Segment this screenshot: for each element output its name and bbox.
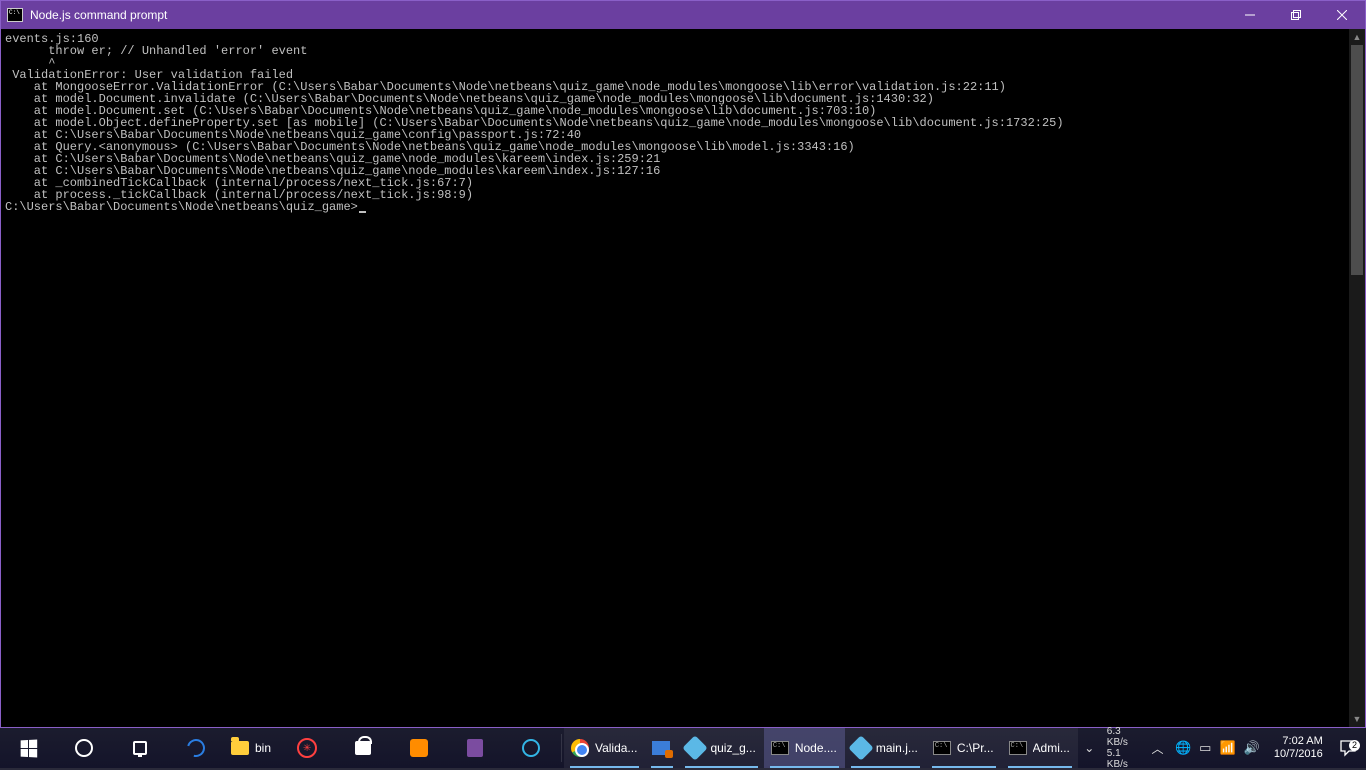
console-line: throw er; // Unhandled 'error' event xyxy=(5,45,1361,57)
scroll-down-icon[interactable]: ▼ xyxy=(1349,711,1365,727)
taskbar-app-cmd2[interactable]: C:\Pr... xyxy=(926,728,1002,768)
taskbar-start[interactable] xyxy=(0,728,56,768)
chrome-icon xyxy=(570,738,590,758)
system-tray: ⌄ 6.3 KB/s 5.1 KB/s ︿ 🌐 ▭ 📶 🔊 7:02 AM 10… xyxy=(1078,728,1366,768)
store-icon xyxy=(353,738,373,758)
console-body[interactable]: events.js:160 throw er; // Unhandled 'er… xyxy=(1,29,1365,727)
tray-icon-battery[interactable]: ▭ xyxy=(1199,740,1211,756)
taskbar-app-netbeans2[interactable]: main.j... xyxy=(845,728,926,768)
app-unknown-icon: ✳ xyxy=(297,738,317,758)
start-icon xyxy=(18,738,38,758)
cmd-icon xyxy=(7,8,23,22)
taskbar-app-unknown[interactable]: ✳ xyxy=(279,728,335,768)
titlebar[interactable]: Node.js command prompt xyxy=(1,1,1365,29)
taskbar-app-admin[interactable]: Admi... xyxy=(1002,728,1078,768)
taskbar-movies[interactable] xyxy=(391,728,447,768)
taskbar-edge[interactable] xyxy=(168,728,224,768)
action-center-button[interactable]: 2 xyxy=(1331,739,1366,757)
scroll-up-icon[interactable]: ▲ xyxy=(1349,29,1365,45)
taskbar: bin ✳ Valida... quiz_g... Node.... main.j...… xyxy=(0,728,1366,768)
cortana-icon xyxy=(74,738,94,758)
net-down: 5.1 KB/s xyxy=(1107,748,1140,770)
taskbar-label: Admi... xyxy=(1033,741,1070,755)
explorer-icon xyxy=(230,738,250,758)
clock-date: 10/7/2016 xyxy=(1274,748,1323,761)
taskbar-cortana2[interactable] xyxy=(503,728,559,768)
taskbar-explorer[interactable]: bin xyxy=(224,728,279,768)
taskbar-onenote[interactable] xyxy=(447,728,503,768)
netbeans-icon xyxy=(685,738,705,758)
taskbar-app-snip[interactable] xyxy=(645,728,679,768)
nodecmd-icon xyxy=(770,738,790,758)
tray-icon-volume[interactable]: 🔊 xyxy=(1244,740,1260,756)
scrollbar[interactable]: ▲ ▼ xyxy=(1349,29,1365,727)
close-button[interactable] xyxy=(1319,1,1365,29)
taskbar-label: main.j... xyxy=(876,741,918,755)
clock[interactable]: 7:02 AM 10/7/2016 xyxy=(1266,735,1331,761)
cmd2-icon xyxy=(932,738,952,758)
snip-icon xyxy=(651,738,671,758)
taskbar-label: Valida... xyxy=(595,741,637,755)
taskbar-task-view[interactable] xyxy=(112,728,168,768)
cursor xyxy=(359,211,366,213)
minimize-button[interactable] xyxy=(1227,1,1273,29)
taskbar-app-chrome[interactable]: Valida... xyxy=(564,728,645,768)
admin-icon xyxy=(1008,738,1028,758)
taskbar-app-nodecmd[interactable]: Node.... xyxy=(764,728,845,768)
taskbar-separator xyxy=(561,734,562,762)
clock-time: 7:02 AM xyxy=(1282,735,1322,748)
taskbar-label: Node.... xyxy=(795,741,837,755)
tray-icons: 🌐 ▭ 📶 🔊 xyxy=(1169,740,1266,756)
tray-overflow-button[interactable]: ⌄ xyxy=(1078,741,1101,755)
network-speed[interactable]: 6.3 KB/s 5.1 KB/s xyxy=(1101,726,1146,770)
taskbar-store[interactable] xyxy=(335,728,391,768)
task-view-icon xyxy=(130,738,150,758)
netbeans2-icon xyxy=(851,738,871,758)
tray-expand-icon[interactable]: ︿ xyxy=(1146,740,1169,757)
scroll-track[interactable] xyxy=(1349,45,1365,711)
taskbar-label: C:\Pr... xyxy=(957,741,994,755)
onenote-icon xyxy=(465,738,485,758)
tray-icon-globe[interactable]: 🌐 xyxy=(1175,740,1191,756)
scroll-thumb[interactable] xyxy=(1351,45,1363,275)
movies-icon xyxy=(409,738,429,758)
tray-icon-wifi[interactable]: 📶 xyxy=(1219,740,1235,756)
window-title: Node.js command prompt xyxy=(30,8,167,22)
console-window: Node.js command prompt events.js:160 thr… xyxy=(0,0,1366,728)
taskbar-cortana[interactable] xyxy=(56,728,112,768)
taskbar-app-netbeans[interactable]: quiz_g... xyxy=(679,728,763,768)
console-line: C:\Users\Babar\Documents\Node\netbeans\q… xyxy=(5,201,1361,213)
taskbar-label: quiz_g... xyxy=(710,741,755,755)
net-up: 6.3 KB/s xyxy=(1107,726,1140,748)
cortana2-icon xyxy=(521,738,541,758)
taskbar-label: bin xyxy=(255,741,271,755)
maximize-button[interactable] xyxy=(1273,1,1319,29)
action-center-badge: 2 xyxy=(1349,740,1360,751)
edge-icon xyxy=(186,738,206,758)
